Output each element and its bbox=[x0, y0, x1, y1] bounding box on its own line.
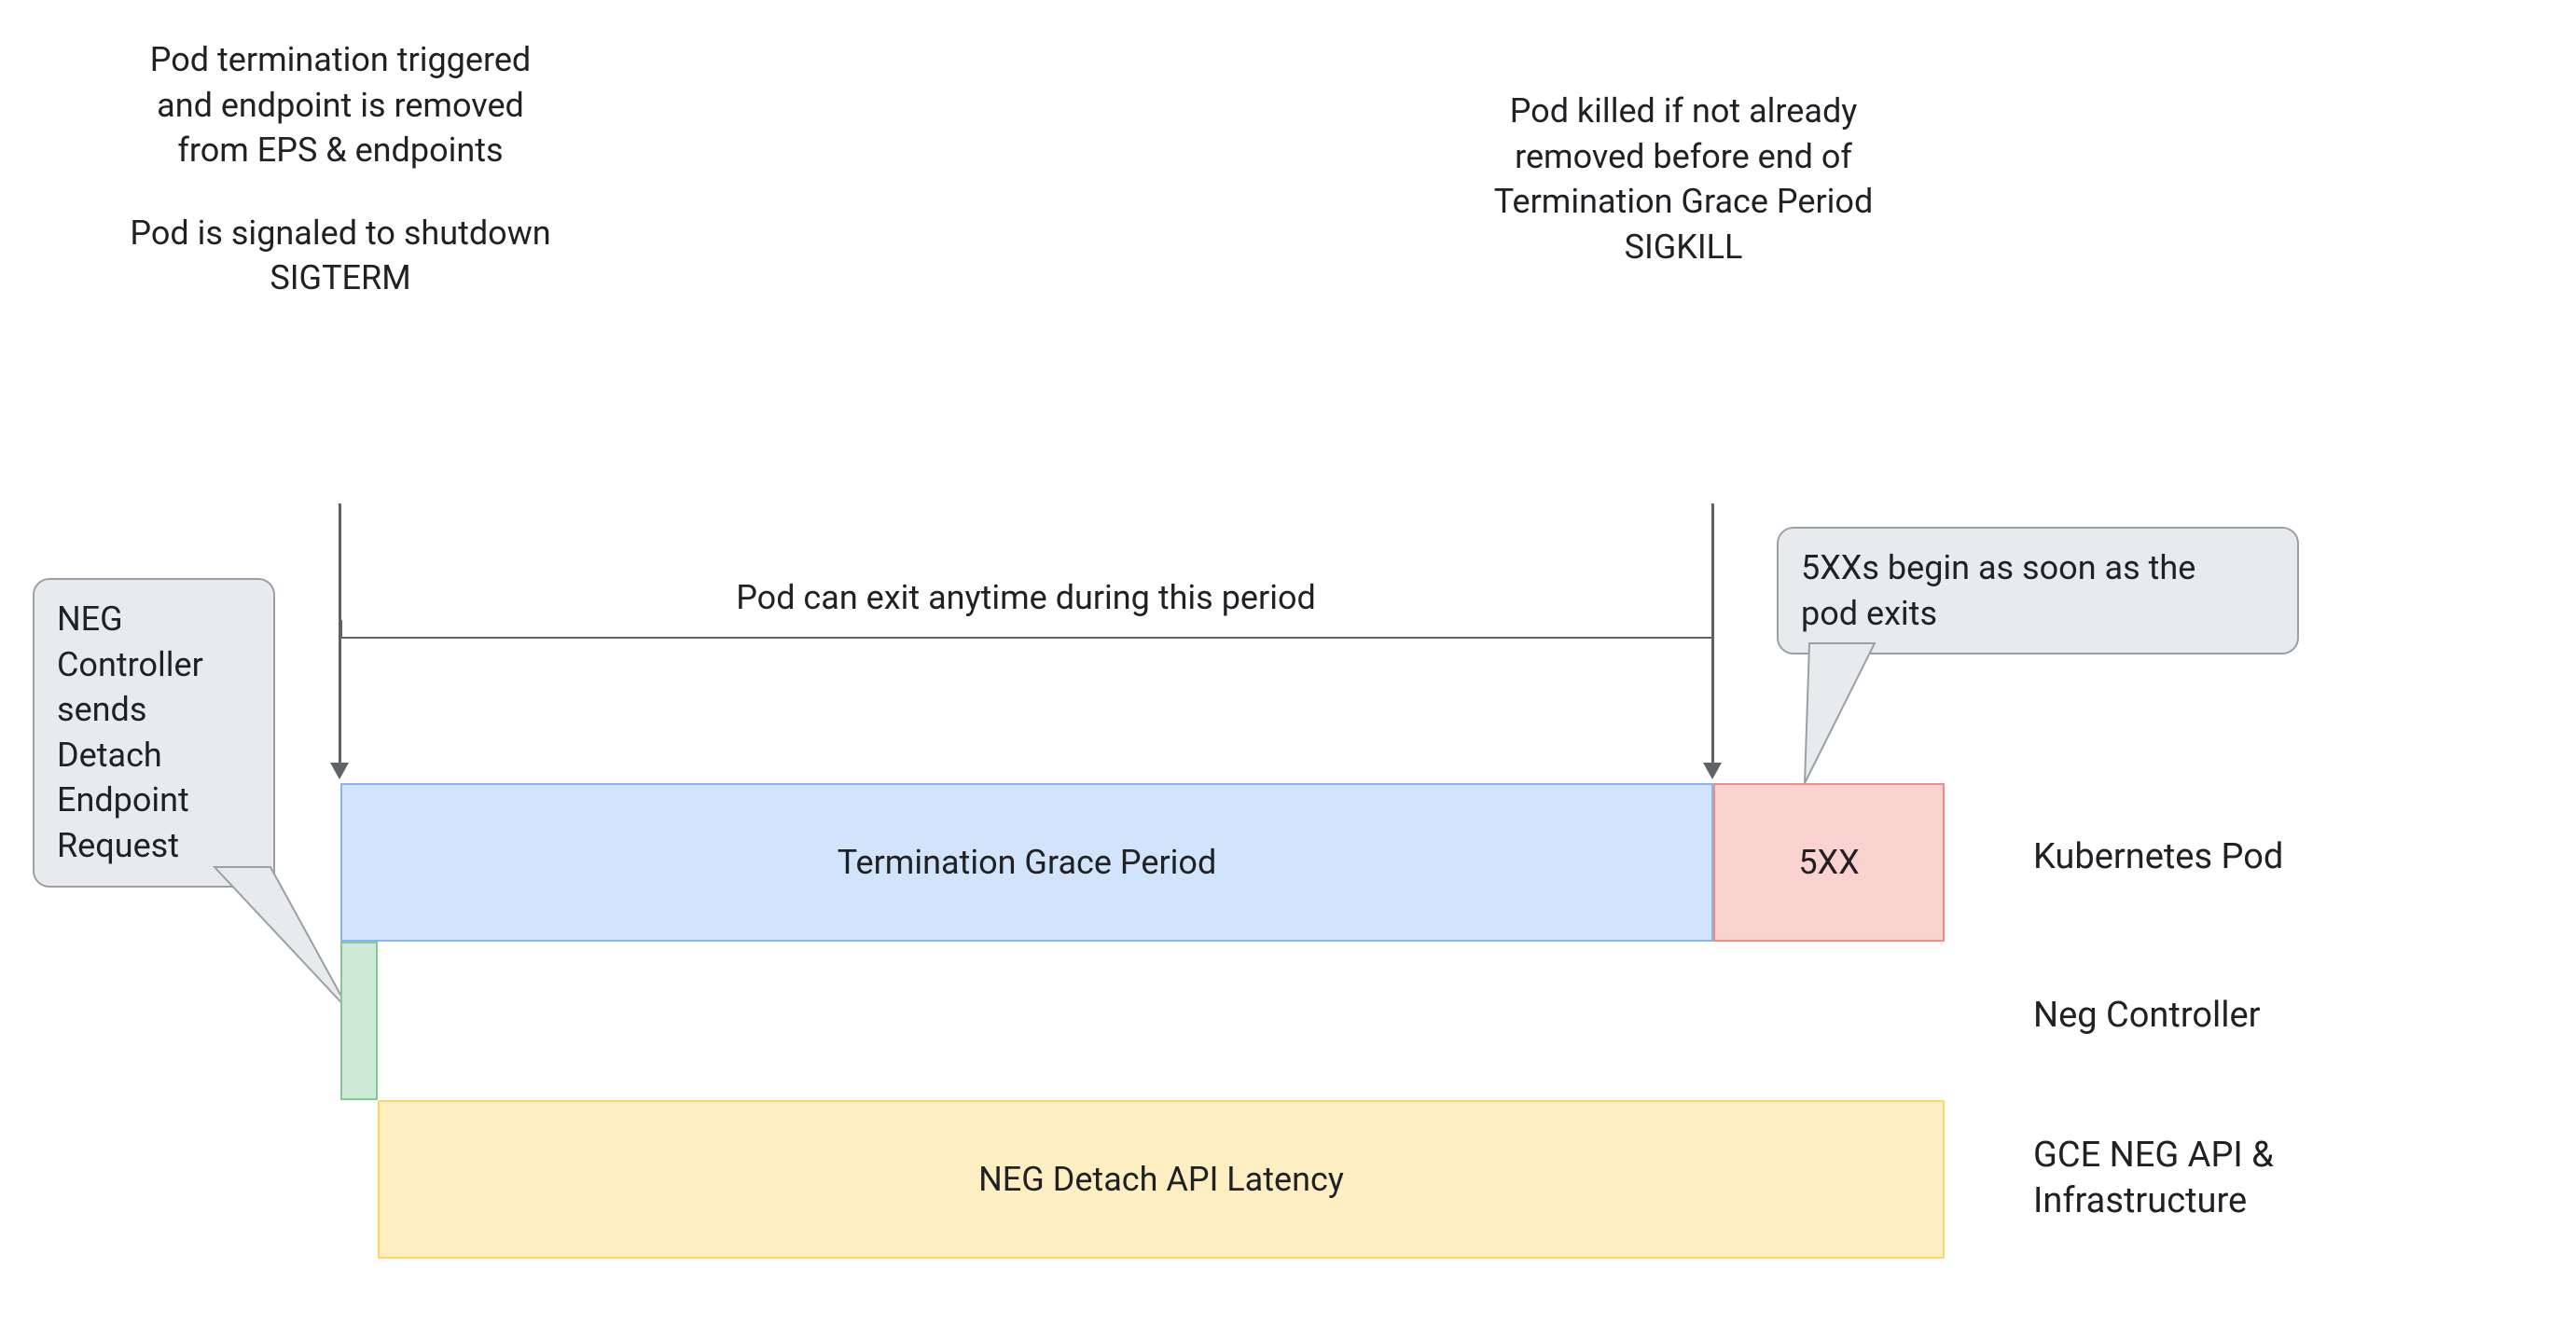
callout-tail-5xx bbox=[1791, 643, 1903, 792]
annotation-line: Pod termination triggered bbox=[79, 37, 602, 83]
row-label-kubernetes-pod: Kubernetes Pod bbox=[2033, 834, 2283, 880]
callout-line: Detach bbox=[57, 733, 251, 778]
annotation-sigterm: Pod termination triggered and endpoint i… bbox=[79, 37, 602, 301]
arrow-head-sigkill bbox=[1703, 763, 1722, 779]
row-label-gce-neg-api: GCE NEG API & Infrastructure bbox=[2033, 1133, 2425, 1225]
annotation-line: from EPS & endpoints bbox=[79, 128, 602, 173]
bar-termination-grace-period: Termination Grace Period bbox=[340, 783, 1713, 942]
annotation-line: Pod killed if not already bbox=[1380, 89, 1987, 134]
span-bracket-exit-window bbox=[340, 620, 1713, 639]
annotation-sigkill: Pod killed if not already removed before… bbox=[1380, 89, 1987, 269]
annotation-line: SIGKILL bbox=[1380, 225, 1987, 270]
bar-neg-detach-latency: NEG Detach API Latency bbox=[378, 1100, 1945, 1259]
annotation-line: and endpoint is removed bbox=[79, 83, 602, 129]
callout-line: Request bbox=[57, 823, 251, 869]
row-label-neg-controller: Neg Controller bbox=[2033, 993, 2261, 1039]
callout-line: Controller bbox=[57, 642, 251, 688]
callout-line: Endpoint bbox=[57, 778, 251, 823]
bar-label: Termination Grace Period bbox=[838, 843, 1217, 882]
callout-line: NEG bbox=[57, 597, 251, 642]
bar-label: 5XX bbox=[1798, 843, 1859, 882]
annotation-line: SIGTERM bbox=[79, 255, 602, 301]
callout-line: pod exits bbox=[1801, 591, 2275, 637]
span-label-exit-window: Pod can exit anytime during this period bbox=[634, 578, 1418, 617]
bar-neg-controller bbox=[340, 942, 378, 1100]
bar-5xx: 5XX bbox=[1713, 783, 1945, 942]
bar-label: NEG Detach API Latency bbox=[978, 1160, 1344, 1199]
annotation-line: Pod is signaled to shutdown bbox=[79, 211, 602, 256]
callout-line: sends bbox=[57, 687, 251, 733]
callout-5xx: 5XXs begin as soon as the pod exits bbox=[1777, 527, 2299, 654]
callout-neg-controller: NEG Controller sends Detach Endpoint Req… bbox=[33, 578, 275, 888]
annotation-line: removed before end of bbox=[1380, 134, 1987, 180]
arrow-head-sigterm bbox=[330, 763, 349, 779]
callout-line: 5XXs begin as soon as the bbox=[1801, 545, 2275, 591]
annotation-line: Termination Grace Period bbox=[1380, 179, 1987, 225]
